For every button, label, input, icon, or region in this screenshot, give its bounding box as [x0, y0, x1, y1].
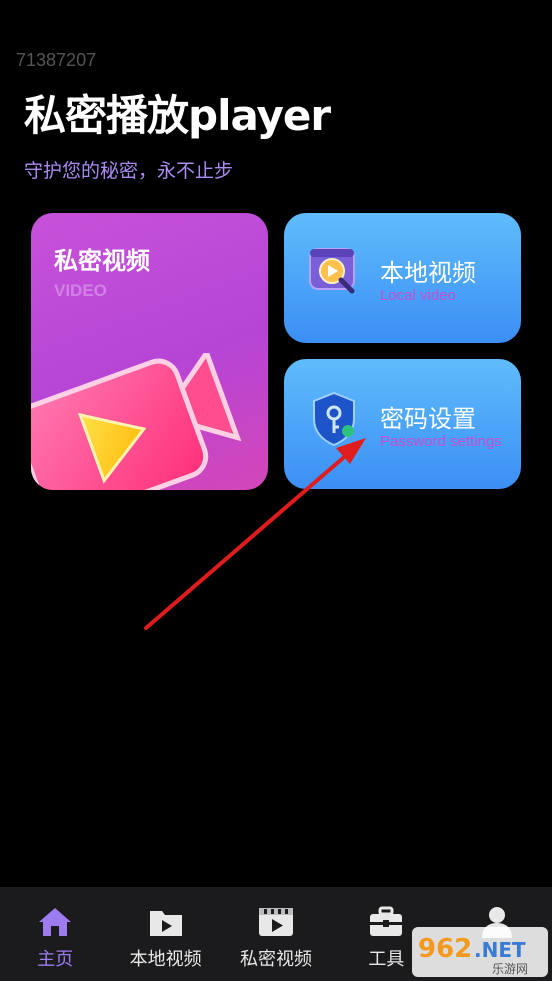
- nav-item-private-video[interactable]: 私密视频: [221, 887, 331, 981]
- svg-text:962: 962: [418, 934, 472, 964]
- svg-text:乐游网: 乐游网: [492, 962, 528, 976]
- film-play-icon: [259, 908, 294, 936]
- home-icon: [39, 908, 72, 936]
- nav-label-home: 主页: [37, 949, 74, 970]
- annotation-arrow-icon: [144, 438, 366, 630]
- nav-label-tools: 工具: [368, 949, 405, 970]
- nav-item-local-video[interactable]: 本地视频: [110, 887, 220, 981]
- folder-play-icon: [149, 911, 182, 936]
- toolbox-icon: [370, 906, 403, 936]
- watermark-logo: 962 .NET 乐游网: [412, 927, 548, 977]
- nav-label-local-video: 本地视频: [129, 949, 202, 970]
- nav-item-home[interactable]: 主页: [0, 887, 110, 981]
- nav-label-private-video: 私密视频: [240, 949, 313, 970]
- svg-text:.NET: .NET: [474, 938, 526, 962]
